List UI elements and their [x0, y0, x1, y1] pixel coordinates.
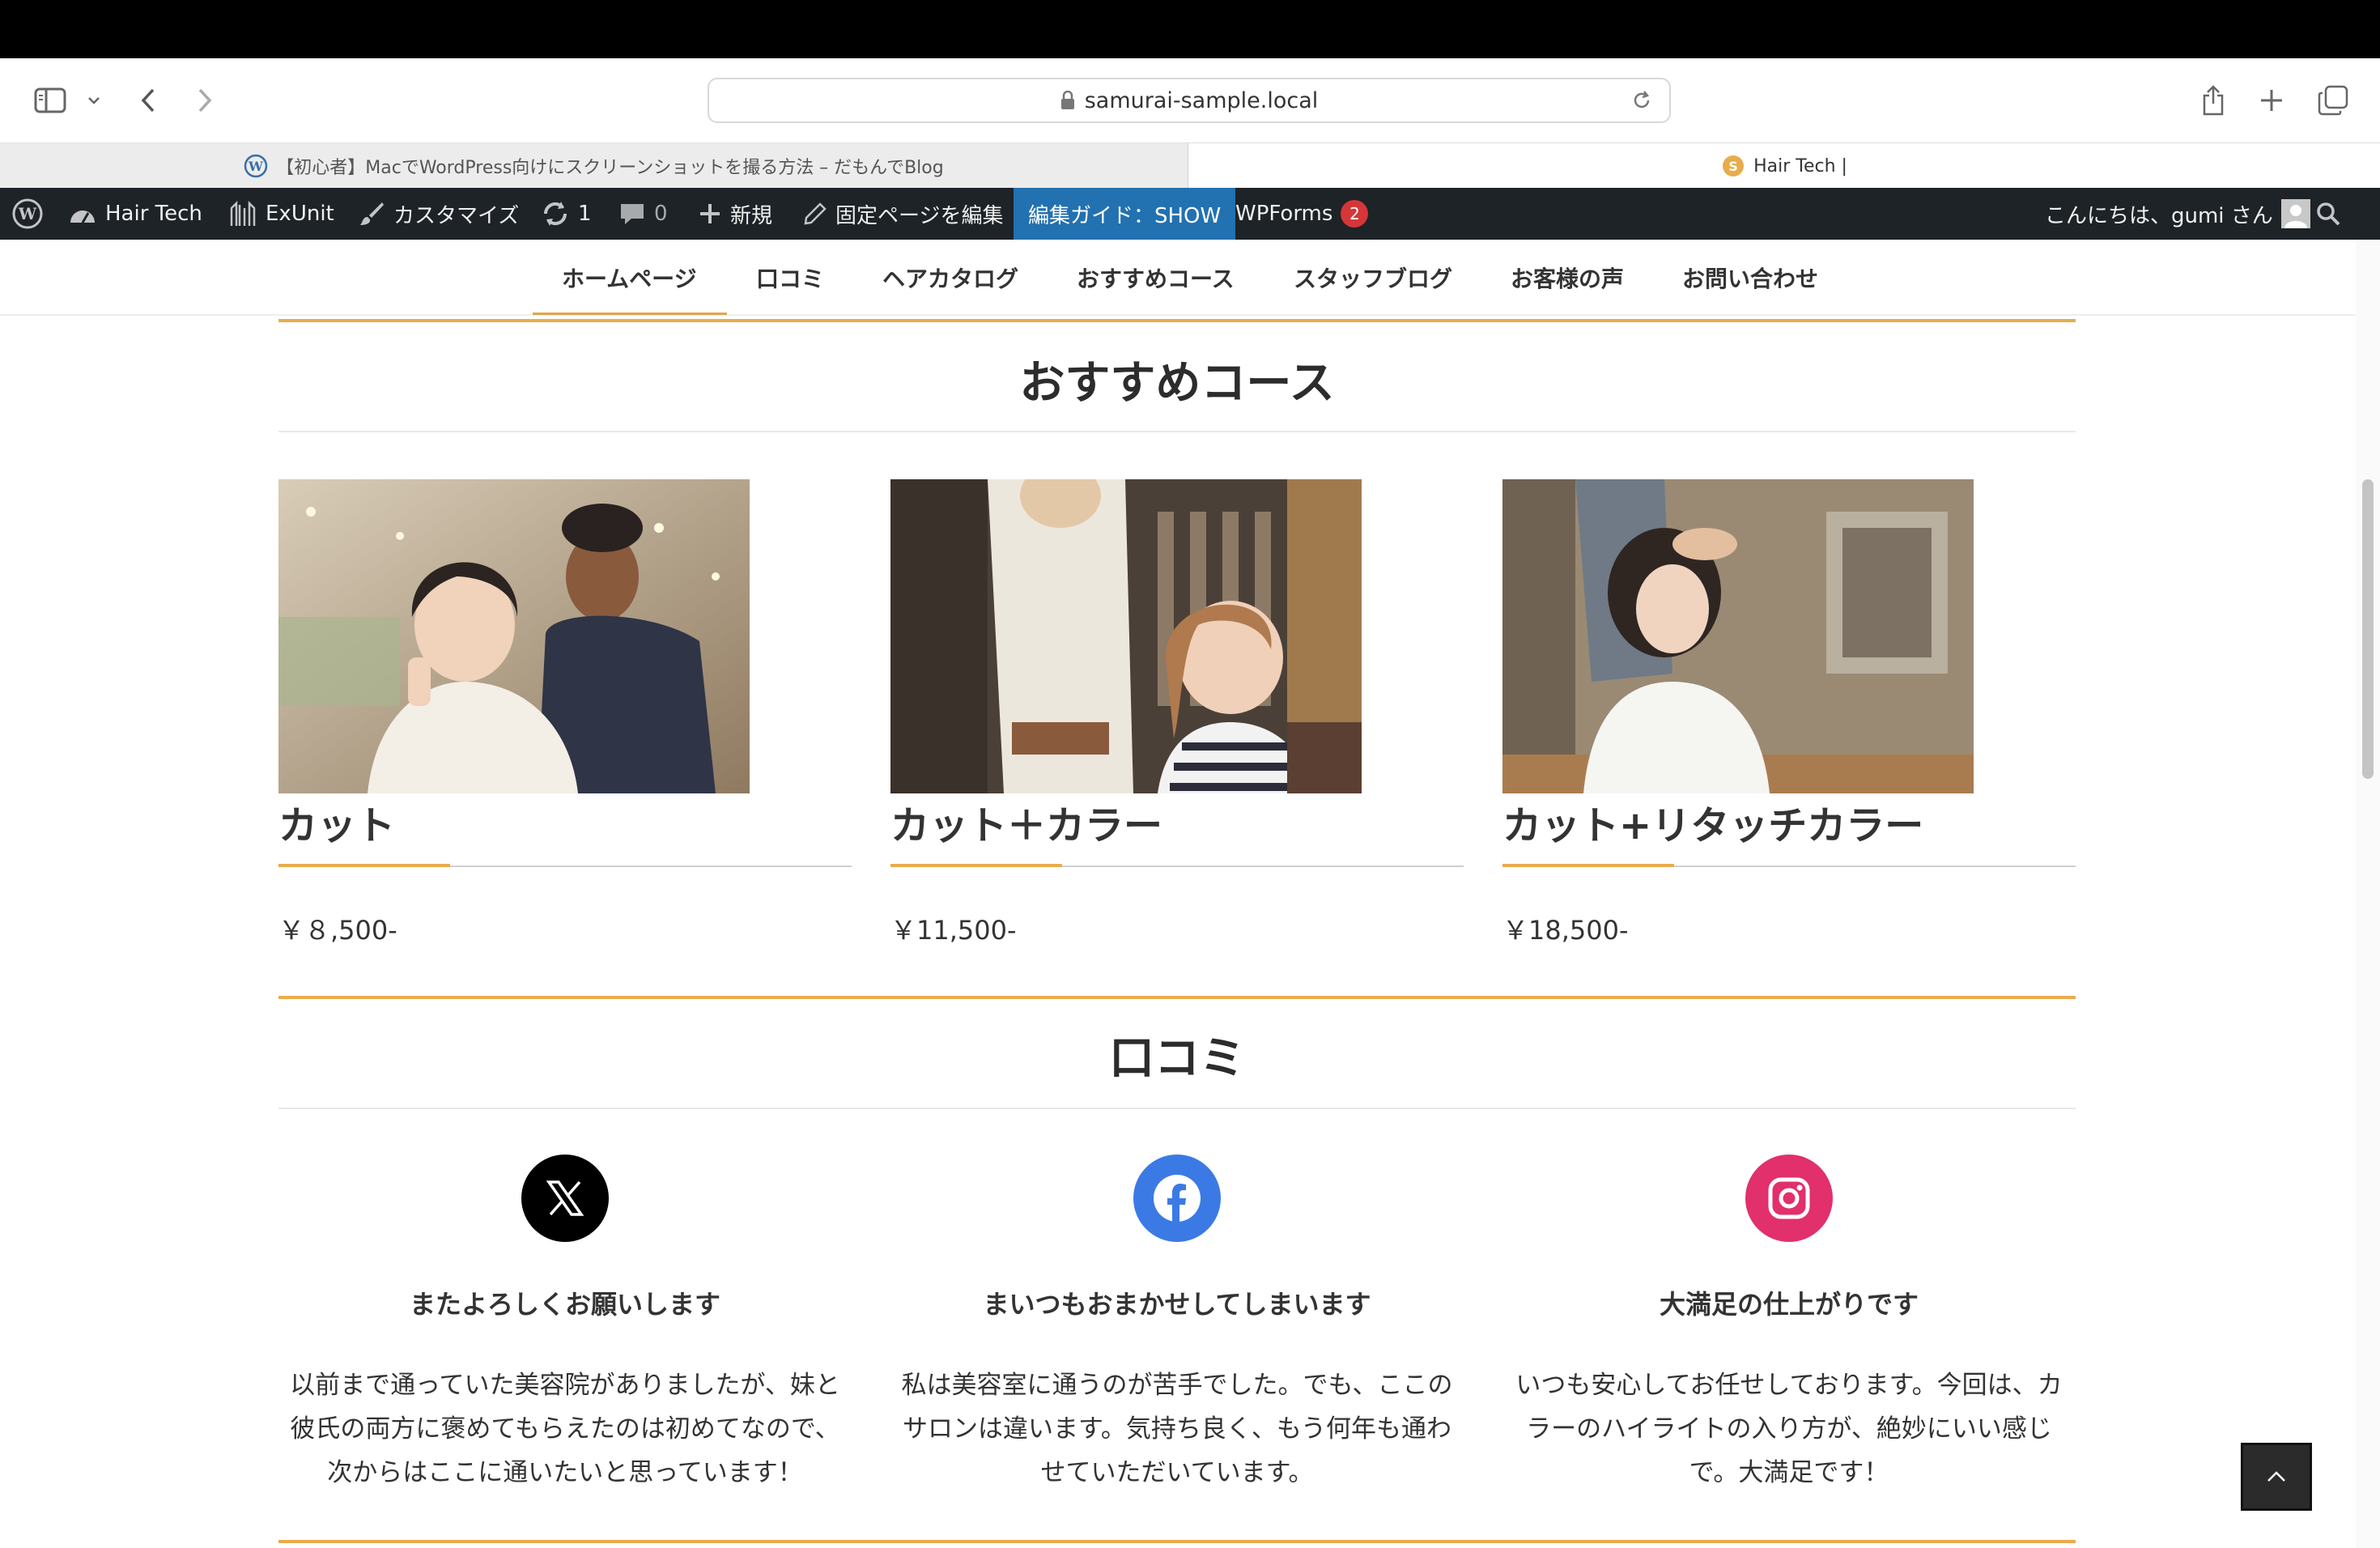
wp-logo-icon[interactable]: W	[11, 188, 44, 240]
sidebar-toggle-icon[interactable]	[32, 83, 68, 118]
nav-item-reviews[interactable]: 口コミ	[756, 240, 824, 316]
svg-text:W: W	[18, 204, 37, 223]
plus-icon	[700, 204, 720, 223]
tab-title: 【初心者】MacでWordPress向けにスクリーンショットを撮る方法 – だも…	[276, 158, 944, 178]
nav-item-home[interactable]: ホームページ	[562, 240, 697, 316]
url-text: samurai-sample.local	[1084, 87, 1319, 113]
admin-exunit[interactable]: ExUnit	[228, 188, 334, 240]
scrollbar-thumb[interactable]	[2362, 479, 2374, 779]
tab-title: Hair Tech |	[1753, 155, 1847, 176]
nav-active-indicator	[533, 313, 727, 315]
back-to-top-button[interactable]	[2241, 1443, 2312, 1511]
chevron-down-icon[interactable]	[84, 83, 104, 118]
site-navigation: ホームページ 口コミ ヘアカタログ おすすめコース スタッフブログ お客様の声 …	[0, 240, 2356, 316]
reload-icon[interactable]	[1630, 89, 1653, 112]
course-photo-cut	[278, 479, 750, 793]
share-icon[interactable]	[2199, 83, 2228, 118]
nav-item-staff-blog[interactable]: スタッフブログ	[1294, 240, 1452, 316]
course-photo-cut-color	[890, 479, 1362, 793]
section-divider	[278, 319, 2076, 322]
admin-customize[interactable]: カスタマイズ	[358, 188, 519, 240]
new-tab-icon[interactable]	[2257, 83, 2286, 118]
tab-blog[interactable]: W 【初心者】MacでWordPress向けにスクリーンショットを撮る方法 – …	[0, 143, 1188, 189]
course-name-cut-retouch-color: カット+リタッチカラー	[1502, 803, 1924, 848]
course-accent	[1502, 864, 1674, 867]
forward-icon[interactable]	[193, 83, 217, 118]
course-name-cut: カット	[278, 803, 396, 848]
wordpress-favicon-icon: W	[244, 154, 268, 178]
section-divider	[278, 1540, 2076, 1543]
instagram-icon[interactable]	[1745, 1155, 1833, 1242]
admin-wpforms[interactable]: WPForms 2	[1235, 188, 1369, 240]
reviews-heading: 口コミ	[1109, 1032, 1245, 1085]
notification-badge: 2	[1341, 200, 1369, 228]
x-logo-icon[interactable]	[521, 1155, 609, 1242]
review-title: またよろしくお願いします	[409, 1289, 720, 1320]
svg-text:W: W	[248, 159, 264, 174]
tab-overview-icon[interactable]	[2317, 83, 2349, 118]
tab-bar: W 【初心者】MacでWordPress向けにスクリーンショットを撮る方法 – …	[0, 142, 2380, 189]
course-price-cut-color: ￥11,500-	[890, 915, 1017, 946]
course-name-cut-color: カット＋カラー	[890, 803, 1163, 848]
admin-edit-guide[interactable]: 編集ガイド：SHOW	[1014, 188, 1236, 240]
wp-admin-bar: W Hair Tech ExUnit カスタマイズ 1 0 新規 固定ページを編…	[0, 188, 2380, 240]
admin-comments[interactable]: 0	[618, 188, 668, 240]
nav-item-hair-catalog[interactable]: ヘアカタログ	[882, 240, 1018, 316]
admin-search-icon[interactable]	[2315, 188, 2341, 240]
exunit-icon	[230, 200, 256, 226]
updates-icon	[543, 202, 567, 226]
course-price-cut-retouch-color: ￥18,500-	[1502, 915, 1629, 946]
pencil-icon	[804, 202, 827, 225]
facebook-icon[interactable]	[1133, 1155, 1221, 1242]
course-photo-cut-retouch-color	[1502, 479, 1974, 793]
courses-heading: おすすめコース	[1019, 357, 1335, 410]
avatar	[2280, 199, 2310, 228]
tab-hair-tech[interactable]: S Hair Tech |	[1188, 143, 2380, 189]
nav-item-contact[interactable]: お問い合わせ	[1682, 240, 1818, 316]
course-accent	[890, 864, 1062, 867]
admin-edit-page[interactable]: 固定ページを編集	[803, 188, 1003, 240]
browser-toolbar: samurai-sample.local	[0, 58, 2380, 142]
admin-new[interactable]: 新規	[698, 188, 772, 240]
scrollbar-track[interactable]	[2356, 240, 2380, 1548]
course-price-cut: ￥８,500-	[278, 915, 397, 946]
brush-icon	[360, 202, 384, 225]
admin-updates[interactable]: 1	[541, 188, 592, 240]
admin-account[interactable]: こんにちは、gumi さん	[2045, 188, 2310, 240]
dashboard-icon	[70, 211, 95, 223]
heading-underline	[278, 1108, 2076, 1109]
review-body: 以前まで通っていた美容院がありましたが、妹と 彼氏の両方に褒めてもらえたのは初め…	[290, 1371, 840, 1487]
back-icon[interactable]	[136, 83, 160, 118]
heading-underline	[278, 431, 2076, 432]
site-favicon-icon: S	[1723, 155, 1745, 176]
review-body: いつも安心してお任せしております。今回は、カ ラーのハイライトの入り方が、絶妙に…	[1515, 1371, 2063, 1487]
review-body: 私は美容室に通うのが苦手でした。でも、ここの サロンは違います。気持ち良く、もう…	[901, 1371, 1453, 1487]
course-accent	[278, 864, 450, 867]
comment-icon	[621, 204, 644, 224]
nav-item-customer-voice[interactable]: お客様の声	[1511, 240, 1624, 316]
svg-text:S: S	[1728, 159, 1738, 174]
admin-site-name[interactable]: Hair Tech	[68, 188, 202, 240]
address-bar[interactable]: samurai-sample.local	[708, 78, 1671, 123]
section-divider	[278, 996, 2076, 999]
review-title: まいつもおまかせしてしまいます	[983, 1289, 1371, 1320]
chevron-up-icon	[2267, 1471, 2285, 1482]
review-title: 大満足の仕上がりです	[1659, 1289, 1919, 1320]
lock-icon	[1060, 91, 1074, 109]
screen-top-bar	[0, 0, 2380, 58]
nav-item-recommended-courses[interactable]: おすすめコース	[1077, 240, 1235, 316]
